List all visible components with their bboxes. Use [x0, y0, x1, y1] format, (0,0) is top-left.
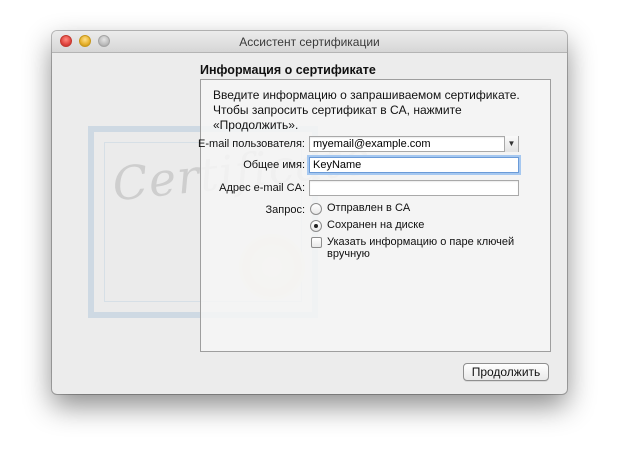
certificate-assistant-window: Ассистент сертификации Certificate Инфор…	[52, 31, 567, 394]
email-label: E-mail пользователя:	[198, 138, 305, 150]
window-title: Ассистент сертификации	[239, 35, 380, 49]
intro-line-2: Чтобы запросить сертификат в CA, нажмите	[213, 103, 462, 117]
common-name-value: KeyName	[313, 159, 362, 171]
intro-line-1: Введите информацию о запрашиваемом серти…	[213, 88, 520, 102]
radio-sent-to-ca[interactable]	[310, 203, 322, 215]
radio-sent-to-ca-label[interactable]: Отправлен в CA	[327, 202, 410, 214]
ca-email-input[interactable]	[309, 180, 519, 196]
intro-text: Введите информацию о запрашиваемом серти…	[213, 88, 533, 133]
radio-saved-to-disk[interactable]	[310, 220, 322, 232]
chevron-down-icon[interactable]: ▼	[504, 136, 518, 152]
manual-keypair-label[interactable]: Указать информацию о паре ключей вручную	[327, 236, 550, 260]
section-title: Информация о сертификате	[200, 63, 376, 77]
form-panel: Введите информацию о запрашиваемом серти…	[198, 79, 551, 352]
email-value: myemail@example.com	[313, 138, 431, 150]
common-name-input[interactable]: KeyName	[309, 157, 519, 173]
intro-line-3: «Продолжить».	[213, 118, 299, 132]
title-bar: Ассистент сертификации	[52, 31, 567, 53]
continue-button[interactable]: Продолжить	[463, 363, 549, 381]
request-label: Запрос:	[265, 204, 305, 216]
email-combo-field[interactable]: myemail@example.com ▼	[309, 136, 519, 152]
radio-saved-to-disk-label[interactable]: Сохранен на диске	[327, 219, 424, 231]
common-name-label: Общее имя:	[243, 159, 305, 171]
ca-email-label: Адрес e-mail CA:	[219, 182, 305, 194]
manual-keypair-checkbox[interactable]	[311, 237, 322, 248]
